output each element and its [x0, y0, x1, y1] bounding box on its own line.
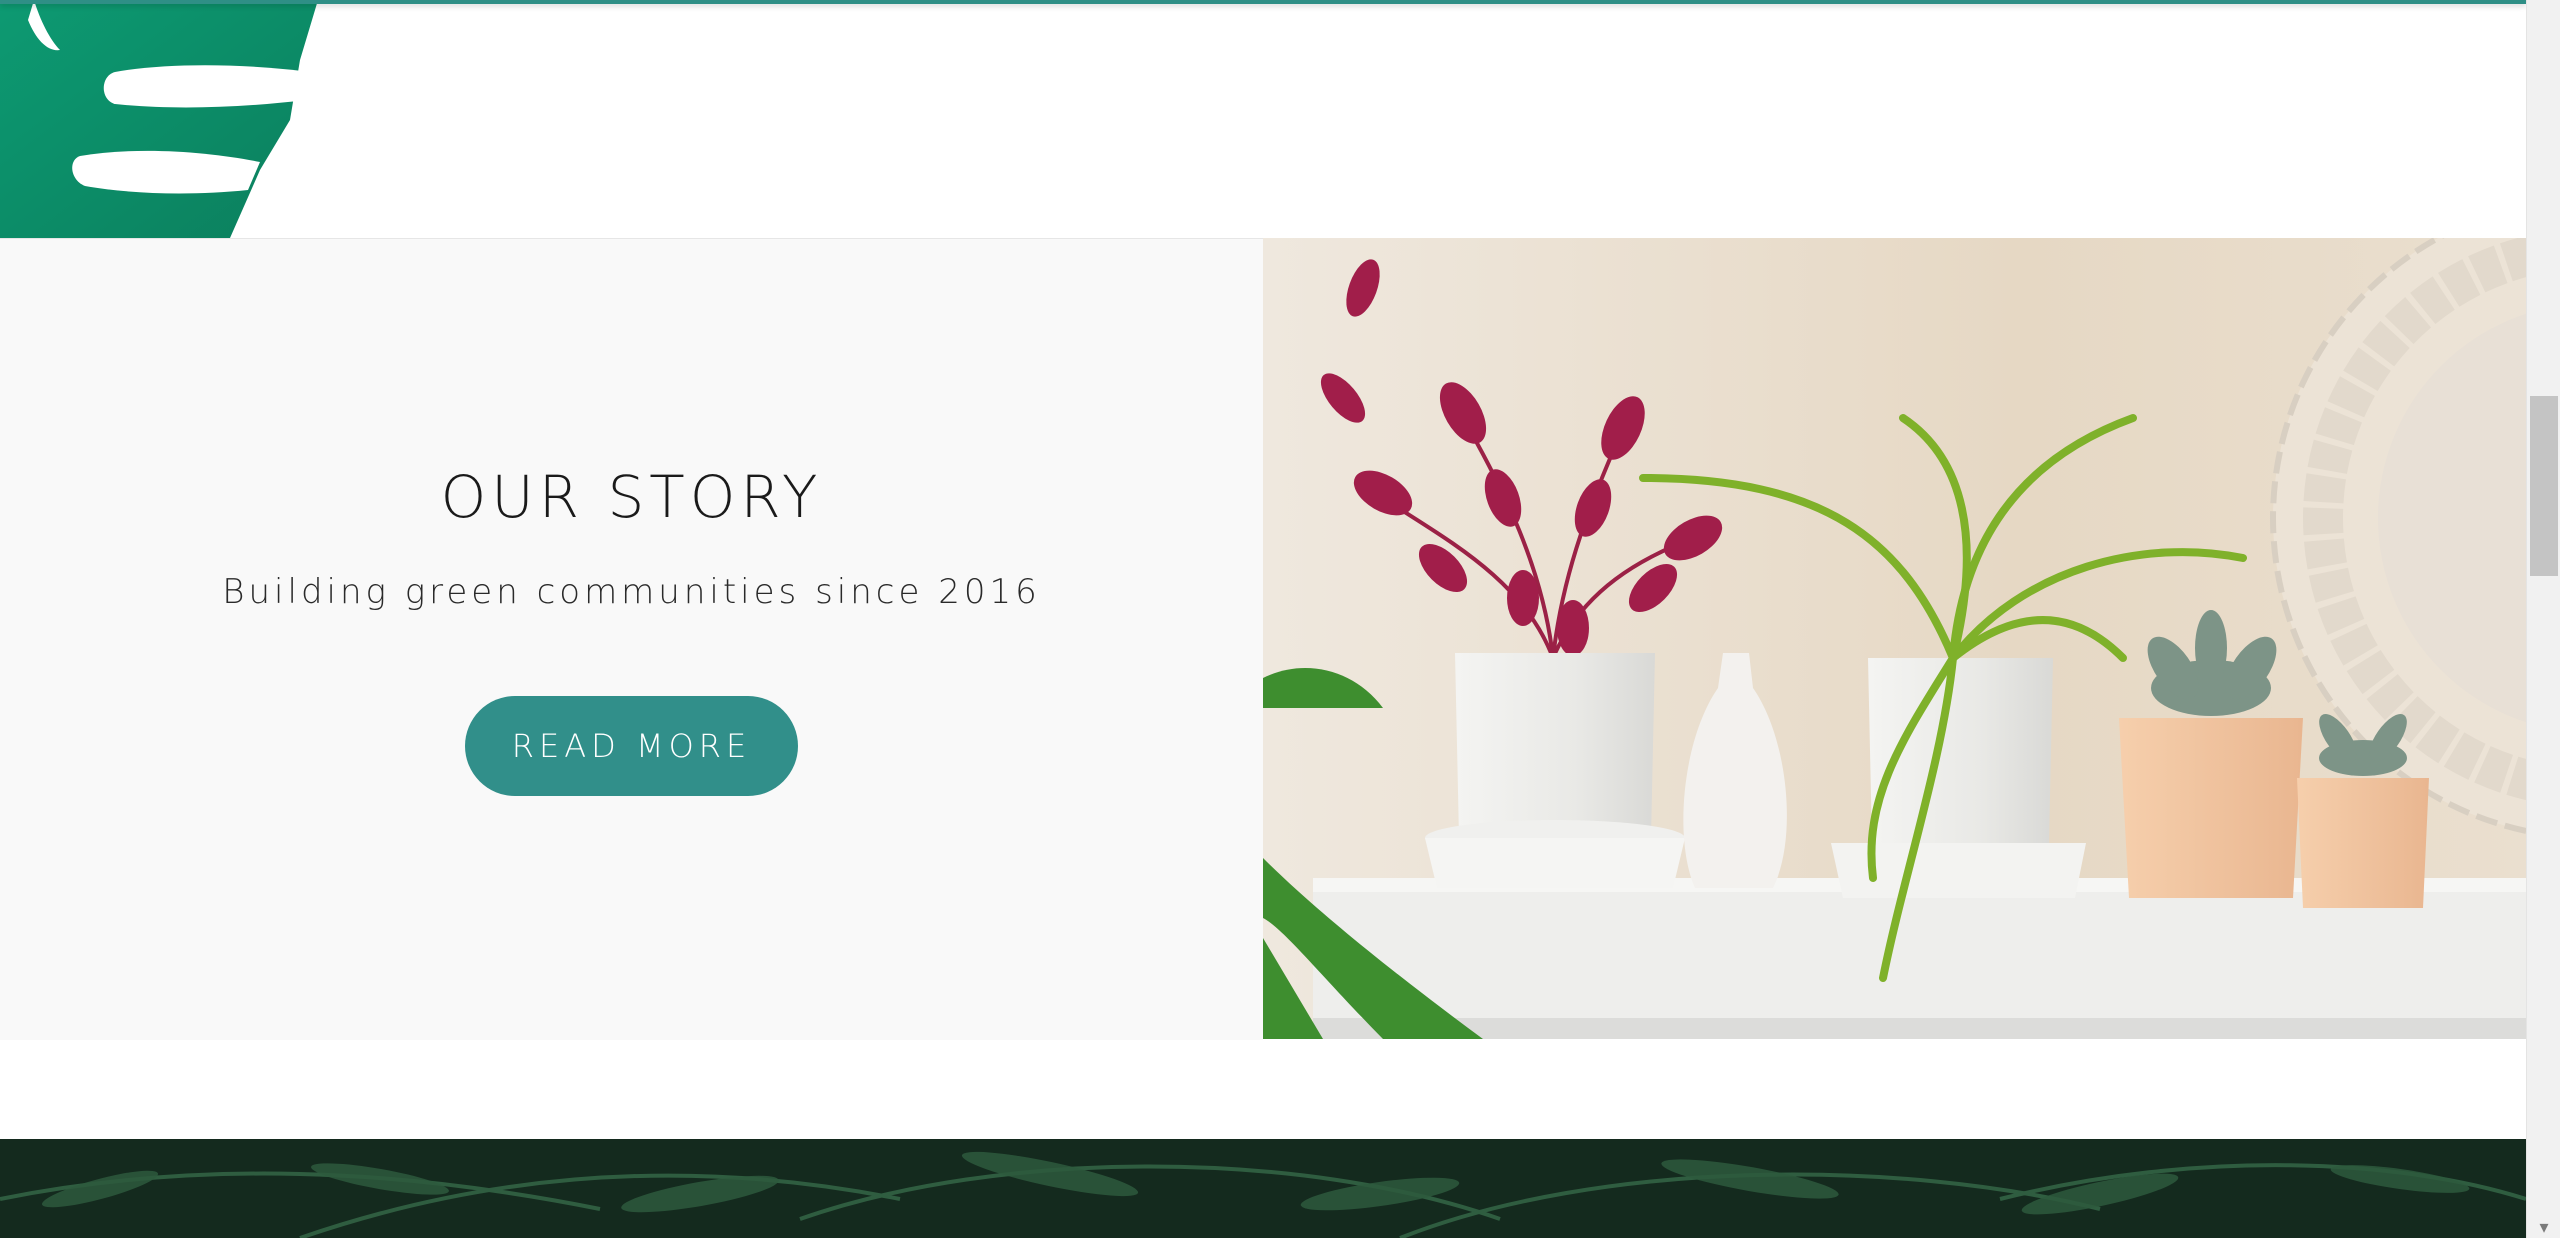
- section-subtitle: Building green communities since 2016: [222, 572, 1041, 612]
- vertical-scrollbar[interactable]: ▾: [2526, 0, 2560, 1238]
- header-accent-bar: [0, 0, 2526, 4]
- scroll-down-icon[interactable]: ▾: [2527, 1218, 2560, 1238]
- monstera-leaf-decoration: [0, 0, 318, 238]
- scrollbar-thumb[interactable]: [2530, 396, 2558, 576]
- page: OUR STORY Building green communities sin…: [0, 0, 2526, 1238]
- fern-background-banner: [0, 1139, 2526, 1238]
- read-more-button[interactable]: READ MORE: [465, 696, 798, 796]
- section-title: OUR STORY: [440, 463, 823, 531]
- our-story-panel: [0, 238, 1263, 1040]
- plants-on-shelf-photo: [1263, 238, 2526, 1039]
